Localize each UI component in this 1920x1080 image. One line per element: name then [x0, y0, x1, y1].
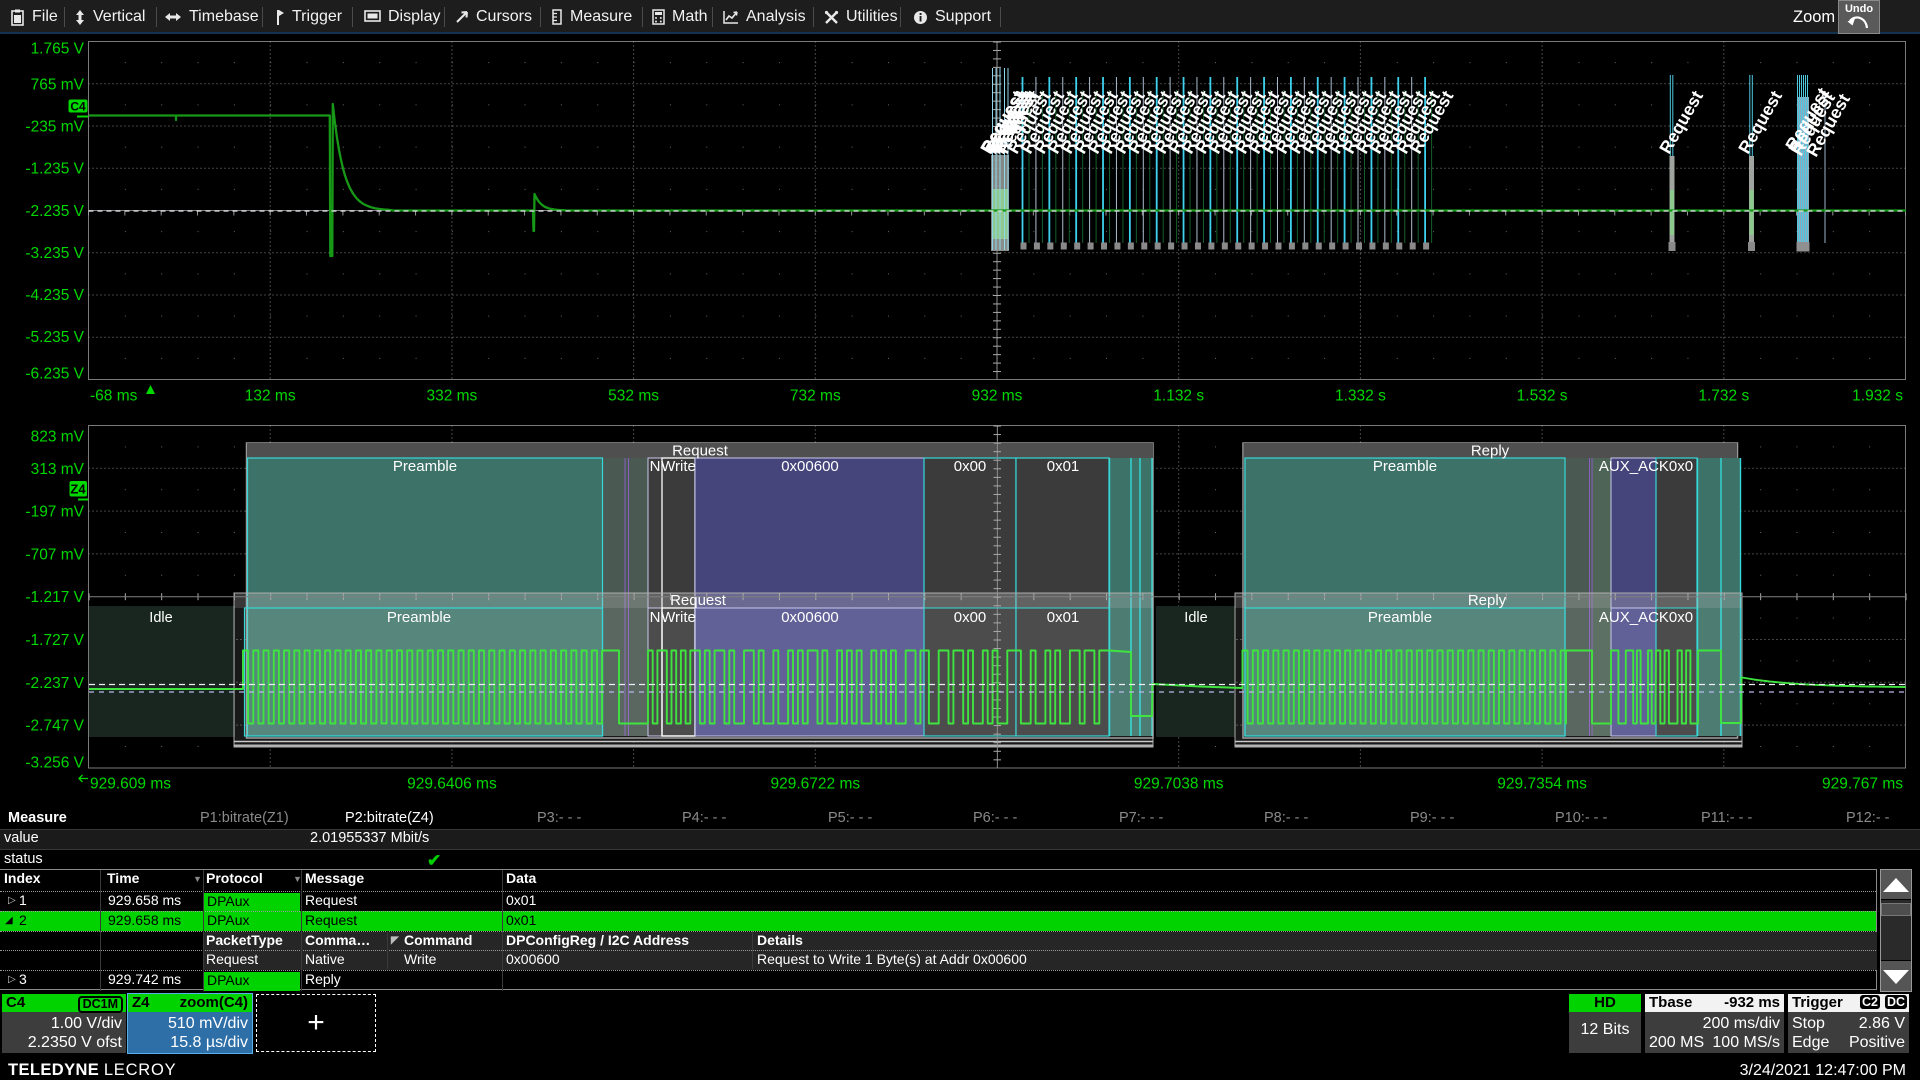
svg-text:-3.235 V: -3.235 V	[25, 245, 84, 262]
svg-text:Request: Request	[1734, 87, 1786, 157]
svg-text:Preamble: Preamble	[393, 458, 457, 475]
svg-text:Preamble: Preamble	[1373, 458, 1437, 475]
svg-text:-5.235 V: -5.235 V	[25, 329, 84, 346]
svg-text:1.932 s: 1.932 s	[1852, 388, 1903, 405]
svg-text:313 mV: 313 mV	[31, 461, 85, 478]
svg-text:Preamble: Preamble	[1368, 609, 1432, 626]
svg-text:-3.256 V: -3.256 V	[25, 755, 84, 772]
svg-text:Reply: Reply	[1468, 592, 1507, 609]
svg-text:0x00: 0x00	[954, 609, 987, 626]
svg-text:-707 mV: -707 mV	[25, 546, 84, 563]
svg-text:0x00600: 0x00600	[781, 609, 839, 626]
svg-text:932 ms: 932 ms	[972, 388, 1023, 405]
svg-text:765 mV: 765 mV	[31, 77, 85, 94]
svg-text:1.532 s: 1.532 s	[1517, 388, 1568, 405]
svg-text:Request: Request	[672, 443, 729, 460]
svg-text:0x01: 0x01	[1047, 458, 1080, 475]
svg-text:Write: Write	[661, 609, 696, 626]
svg-text:-2.237 V: -2.237 V	[25, 675, 84, 692]
svg-text:929.7354 ms: 929.7354 ms	[1497, 776, 1587, 793]
svg-text:929.6722 ms: 929.6722 ms	[770, 776, 860, 793]
svg-text:N: N	[650, 458, 661, 475]
svg-text:1.732 s: 1.732 s	[1698, 388, 1749, 405]
svg-text:929.609 ms: 929.609 ms	[90, 776, 171, 793]
svg-text:1.332 s: 1.332 s	[1335, 388, 1386, 405]
svg-text:-6.235 V: -6.235 V	[25, 366, 84, 383]
svg-text:Reply: Reply	[1471, 443, 1510, 460]
svg-text:Idle: Idle	[1184, 610, 1207, 626]
svg-text:-1.235 V: -1.235 V	[25, 161, 84, 178]
svg-text:AUX_ACK0x0: AUX_ACK0x0	[1599, 609, 1693, 626]
svg-text:1.765 V: 1.765 V	[31, 41, 85, 58]
svg-text:929.6406 ms: 929.6406 ms	[407, 776, 497, 793]
svg-text:C4: C4	[70, 100, 86, 114]
svg-text:-235 mV: -235 mV	[25, 119, 84, 136]
svg-text:0x00: 0x00	[954, 458, 987, 475]
svg-text:AUX_ACK0x0: AUX_ACK0x0	[1599, 458, 1693, 475]
svg-text:-197 mV: -197 mV	[25, 504, 84, 521]
svg-text:Z4: Z4	[70, 482, 86, 497]
svg-text:Write: Write	[661, 458, 696, 475]
svg-text:732 ms: 732 ms	[790, 388, 841, 405]
svg-text:-2.747 V: -2.747 V	[25, 718, 84, 735]
svg-text:823 mV: 823 mV	[31, 429, 85, 446]
svg-text:929.767 ms: 929.767 ms	[1822, 776, 1903, 793]
svg-text:-68 ms: -68 ms	[90, 388, 138, 405]
svg-text:132 ms: 132 ms	[245, 388, 296, 405]
svg-text:Idle: Idle	[149, 610, 172, 626]
svg-text:Request: Request	[1655, 87, 1707, 157]
svg-text:1.132 s: 1.132 s	[1153, 388, 1204, 405]
svg-text:N: N	[650, 609, 661, 626]
svg-text:-4.235 V: -4.235 V	[25, 287, 84, 304]
svg-text:0x00600: 0x00600	[781, 458, 839, 475]
svg-text:-2.235 V: -2.235 V	[25, 203, 84, 220]
svg-text:0x01: 0x01	[1047, 609, 1080, 626]
svg-text:929.7038 ms: 929.7038 ms	[1134, 776, 1224, 793]
svg-text:Preamble: Preamble	[387, 609, 451, 626]
svg-text:532 ms: 532 ms	[608, 388, 659, 405]
svg-text:-1.727 V: -1.727 V	[25, 632, 84, 649]
svg-text:332 ms: 332 ms	[426, 388, 477, 405]
svg-text:Request: Request	[670, 592, 727, 609]
svg-text:-1.217 V: -1.217 V	[25, 589, 84, 606]
